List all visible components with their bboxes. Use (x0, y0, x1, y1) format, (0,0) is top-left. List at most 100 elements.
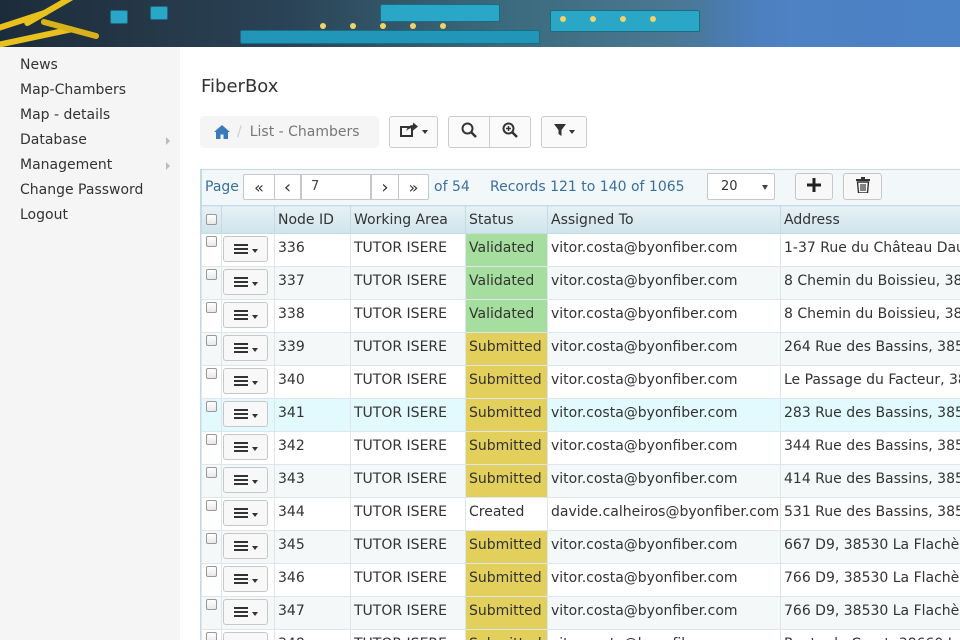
row-menu-button[interactable] (223, 368, 268, 394)
advanced-search-button[interactable] (489, 116, 531, 148)
pager-records-info: Records 121 to 140 of 1065 (490, 179, 685, 195)
next-page-button[interactable]: › (371, 174, 399, 200)
row-select-cell[interactable] (201, 398, 222, 432)
breadcrumb-separator: / (237, 124, 242, 140)
sidebar-item-label: Map-Chambers (20, 82, 127, 98)
sidebar-item-map-details[interactable]: Map - details (0, 103, 180, 128)
column-header-working-area[interactable]: Working Area (350, 205, 466, 234)
last-page-button[interactable]: » (398, 174, 429, 200)
filter-button[interactable] (541, 116, 587, 148)
sidebar-item-database[interactable]: Database (0, 128, 180, 153)
row-menu-button[interactable] (223, 500, 268, 526)
row-menu-button[interactable] (223, 632, 268, 640)
table-row[interactable]: 348TUTOR ISERESubmittedvitor.costa@byonf… (201, 629, 960, 640)
address-cell: 766 D9, 38530 La Flachè (780, 563, 960, 597)
row-select-cell[interactable] (201, 497, 222, 531)
status-cell: Submitted (465, 398, 548, 432)
search-button[interactable] (448, 116, 490, 148)
row-menu-button[interactable] (223, 335, 268, 361)
row-select-cell[interactable] (201, 530, 222, 564)
table-row[interactable]: 337 TUTOR ISERE Validated vitor.costa@byonf… (201, 266, 960, 300)
row-select-cell[interactable] (201, 596, 222, 630)
row-select-cell[interactable] (201, 629, 222, 640)
chevron-down-icon (252, 414, 258, 418)
row-select-cell[interactable] (201, 266, 222, 300)
row-select-cell[interactable] (201, 563, 222, 597)
row-checkbox[interactable] (206, 566, 217, 577)
row-select-cell[interactable] (201, 464, 222, 498)
row-select-cell[interactable] (201, 299, 222, 333)
row-checkbox[interactable] (206, 401, 217, 412)
page-size-select[interactable]: 20 (707, 173, 775, 200)
sidebar-item-change-password[interactable]: Change Password (0, 178, 180, 203)
table-row[interactable]: 347 TUTOR ISERE Submitted vitor.costa@byonf… (201, 596, 960, 630)
search-icon (461, 122, 477, 142)
table-row[interactable]: 336 TUTOR ISERE Validated vitor.costa@byonf… (201, 233, 960, 267)
table-row[interactable]: 342 TUTOR ISERE Submitted vitor.costa@byonf… (201, 431, 960, 465)
chevron-down-icon (252, 513, 258, 517)
row-menu-button[interactable] (223, 269, 268, 295)
working-area-cell: TUTOR ISERE (350, 233, 466, 267)
row-checkbox[interactable] (206, 269, 217, 280)
table-row[interactable]: 340 TUTOR ISERE Submitted vitor.costa@byonf… (201, 365, 960, 399)
hamburger-icon (234, 442, 248, 452)
chevron-down-icon (252, 480, 258, 484)
sidebar-item-map-chambers[interactable]: Map-Chambers (0, 78, 180, 103)
row-menu-button[interactable] (223, 467, 268, 493)
first-page-button[interactable]: « (243, 174, 275, 200)
node-id-cell: 346 (274, 563, 351, 597)
column-header-node-id[interactable]: Node ID (274, 205, 351, 234)
row-checkbox[interactable] (206, 599, 217, 610)
column-header-actions (221, 205, 275, 234)
select-all-checkbox[interactable] (206, 214, 217, 225)
row-menu-button[interactable] (223, 599, 268, 625)
row-checkbox[interactable] (206, 434, 217, 445)
home-icon[interactable] (213, 124, 231, 140)
prev-page-button[interactable]: ‹ (274, 174, 301, 200)
page-number-input[interactable]: 7 (301, 174, 371, 200)
table-row[interactable]: 343 TUTOR ISERE Submitted vitor.costa@byonf… (201, 464, 960, 498)
sidebar-item-logout[interactable]: Logout (0, 203, 180, 228)
row-checkbox[interactable] (206, 500, 217, 511)
node-id-cell: 338 (274, 299, 351, 333)
table-row[interactable]: 338 TUTOR ISERE Validated vitor.costa@byonf… (201, 299, 960, 333)
row-select-cell[interactable] (201, 431, 222, 465)
row-select-cell[interactable] (201, 332, 222, 366)
delete-record-button[interactable] (843, 173, 882, 200)
table-row[interactable]: 339 TUTOR ISERE Submitted vitor.costa@byonf… (201, 332, 960, 366)
column-header-assigned-to[interactable]: Assigned To (547, 205, 781, 234)
sidebar-item-news[interactable]: News (0, 53, 180, 78)
row-checkbox[interactable] (206, 302, 217, 313)
column-header-address[interactable]: Address (780, 205, 960, 234)
row-select-cell[interactable] (201, 365, 222, 399)
row-checkbox[interactable] (206, 335, 217, 346)
row-menu-button[interactable] (223, 434, 268, 460)
row-checkbox[interactable] (206, 632, 217, 640)
row-select-cell[interactable] (201, 233, 222, 267)
add-record-button[interactable] (795, 173, 833, 200)
row-actions-cell (221, 464, 275, 498)
row-menu-button[interactable] (223, 401, 268, 427)
row-menu-button[interactable] (223, 566, 268, 592)
table-row[interactable]: 341 TUTOR ISERE Submitted vitor.costa@byonf… (201, 398, 960, 432)
select-all-header[interactable] (201, 205, 222, 234)
status-cell: Submitted (465, 629, 548, 640)
sidebar-item-management[interactable]: Management (0, 153, 180, 178)
table-row[interactable]: 346 TUTOR ISERE Submitted vitor.costa@byonf… (201, 563, 960, 597)
column-header-status[interactable]: Status (465, 205, 548, 234)
row-checkbox[interactable] (206, 236, 217, 247)
table-row[interactable]: 345 TUTOR ISERE Submitted vitor.costa@byonf… (201, 530, 960, 564)
table-row[interactable]: 344 TUTOR ISERE Created davide.calheiros@by… (201, 497, 960, 531)
row-menu-button[interactable] (223, 302, 268, 328)
row-menu-button[interactable] (223, 533, 268, 559)
row-menu-button[interactable] (223, 236, 268, 262)
address-cell: 766 D9, 38530 La Flachè (780, 596, 960, 630)
row-checkbox[interactable] (206, 533, 217, 544)
row-checkbox[interactable] (206, 368, 217, 379)
status-cell: Submitted (465, 365, 548, 399)
trash-icon (855, 176, 870, 197)
row-checkbox[interactable] (206, 467, 217, 478)
export-button[interactable] (389, 116, 438, 148)
status-cell: Submitted (465, 596, 548, 630)
address-cell: Le Passage du Facteur, 38 (780, 365, 960, 399)
